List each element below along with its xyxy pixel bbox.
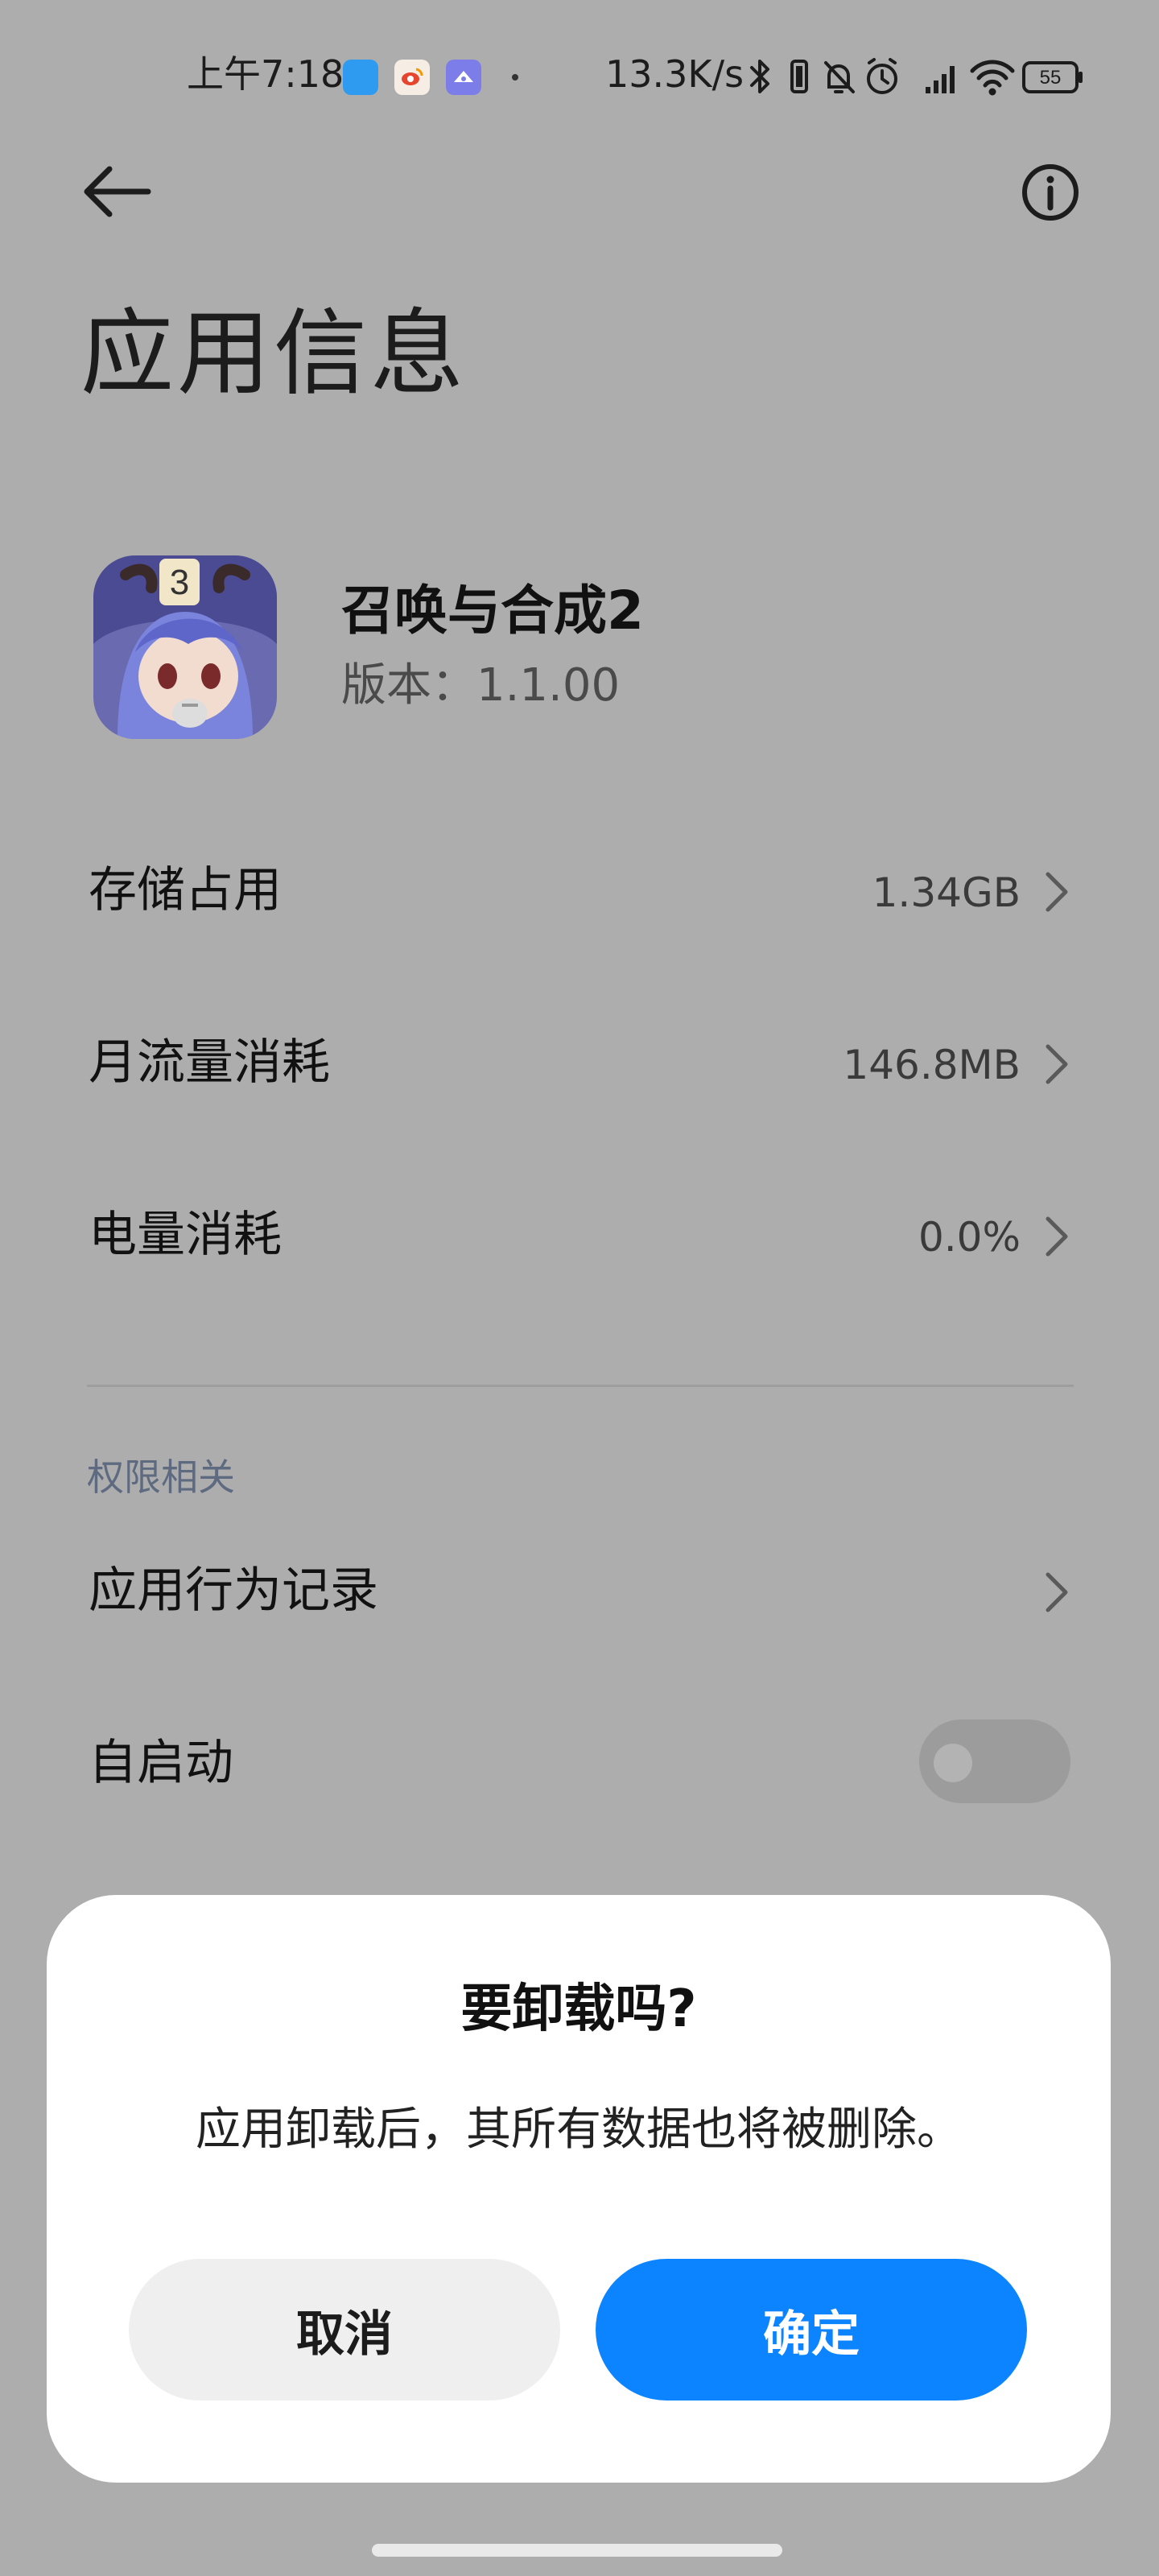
- bluetooth-icon: [750, 60, 769, 93]
- storage-value: 1.34GB: [872, 869, 1021, 916]
- app-icon-badge: 3: [170, 563, 189, 602]
- dialog-title: 要卸载吗?: [460, 1979, 697, 2039]
- status-icons: 55: [750, 58, 1083, 96]
- app-details-button[interactable]: [1016, 158, 1085, 227]
- signal-icon: [926, 66, 955, 93]
- weibo-icon: [394, 60, 430, 95]
- section-divider: [87, 1385, 1074, 1387]
- autostart-toggle[interactable]: [919, 1719, 1070, 1803]
- status-bar: 上午7:18 13.3K/s 55: [0, 0, 1159, 153]
- data-usage-value: 146.8MB: [843, 1042, 1021, 1088]
- battery-usage-row[interactable]: 电量消耗 0.0%: [89, 1187, 1072, 1283]
- alarm-icon: [867, 58, 897, 94]
- arrow-left-icon: [84, 166, 151, 217]
- confirm-button[interactable]: 确定: [596, 2259, 1027, 2401]
- battery-usage-value: 0.0%: [918, 1214, 1021, 1261]
- more-notifications-dot: [512, 74, 518, 80]
- vibrate-icon: [790, 60, 808, 93]
- status-time: 上午7:18: [187, 52, 344, 96]
- svg-text:55: 55: [1040, 67, 1062, 89]
- notification-app-icon-2: [446, 60, 481, 95]
- battery-icon: 55: [1022, 61, 1083, 93]
- app-behavior-record-row[interactable]: 应用行为记录: [89, 1542, 1072, 1639]
- chevron-right-icon: [1046, 1216, 1068, 1257]
- notification-app-icon: [343, 60, 378, 95]
- chevron-right-icon: [1046, 872, 1068, 912]
- storage-label: 存储占用: [89, 862, 282, 919]
- info-icon: [1022, 164, 1079, 221]
- chevron-right-icon: [1046, 1044, 1068, 1084]
- data-usage-row[interactable]: 月流量消耗 146.8MB: [89, 1014, 1072, 1111]
- autostart-label: 自启动: [89, 1735, 233, 1791]
- chevron-right-icon: [1046, 1572, 1068, 1612]
- app-icon: 3: [93, 555, 277, 739]
- app-name: 召唤与合成2: [341, 580, 644, 642]
- permissions-section-label: 权限相关: [87, 1455, 235, 1499]
- mute-icon: [824, 61, 855, 93]
- cancel-button[interactable]: 取消: [129, 2259, 560, 2401]
- page-title: 应用信息: [80, 299, 467, 408]
- storage-row[interactable]: 存储占用 1.34GB: [89, 842, 1072, 939]
- data-usage-label: 月流量消耗: [89, 1034, 330, 1091]
- dialog-message: 应用卸载后，其所有数据也将被删除。: [196, 2103, 962, 2156]
- network-speed: 13.3K/s: [605, 52, 744, 96]
- app-version: 版本：1.1.00: [341, 659, 621, 712]
- wifi-icon: [970, 60, 1015, 96]
- app-behavior-record-label: 应用行为记录: [89, 1563, 378, 1619]
- battery-usage-label: 电量消耗: [89, 1207, 282, 1263]
- back-button[interactable]: [77, 158, 158, 225]
- toggle-knob: [934, 1744, 972, 1782]
- home-indicator[interactable]: [372, 2544, 782, 2557]
- uninstall-dialog: 要卸载吗? 应用卸载后，其所有数据也将被删除。 取消 确定: [47, 1895, 1111, 2483]
